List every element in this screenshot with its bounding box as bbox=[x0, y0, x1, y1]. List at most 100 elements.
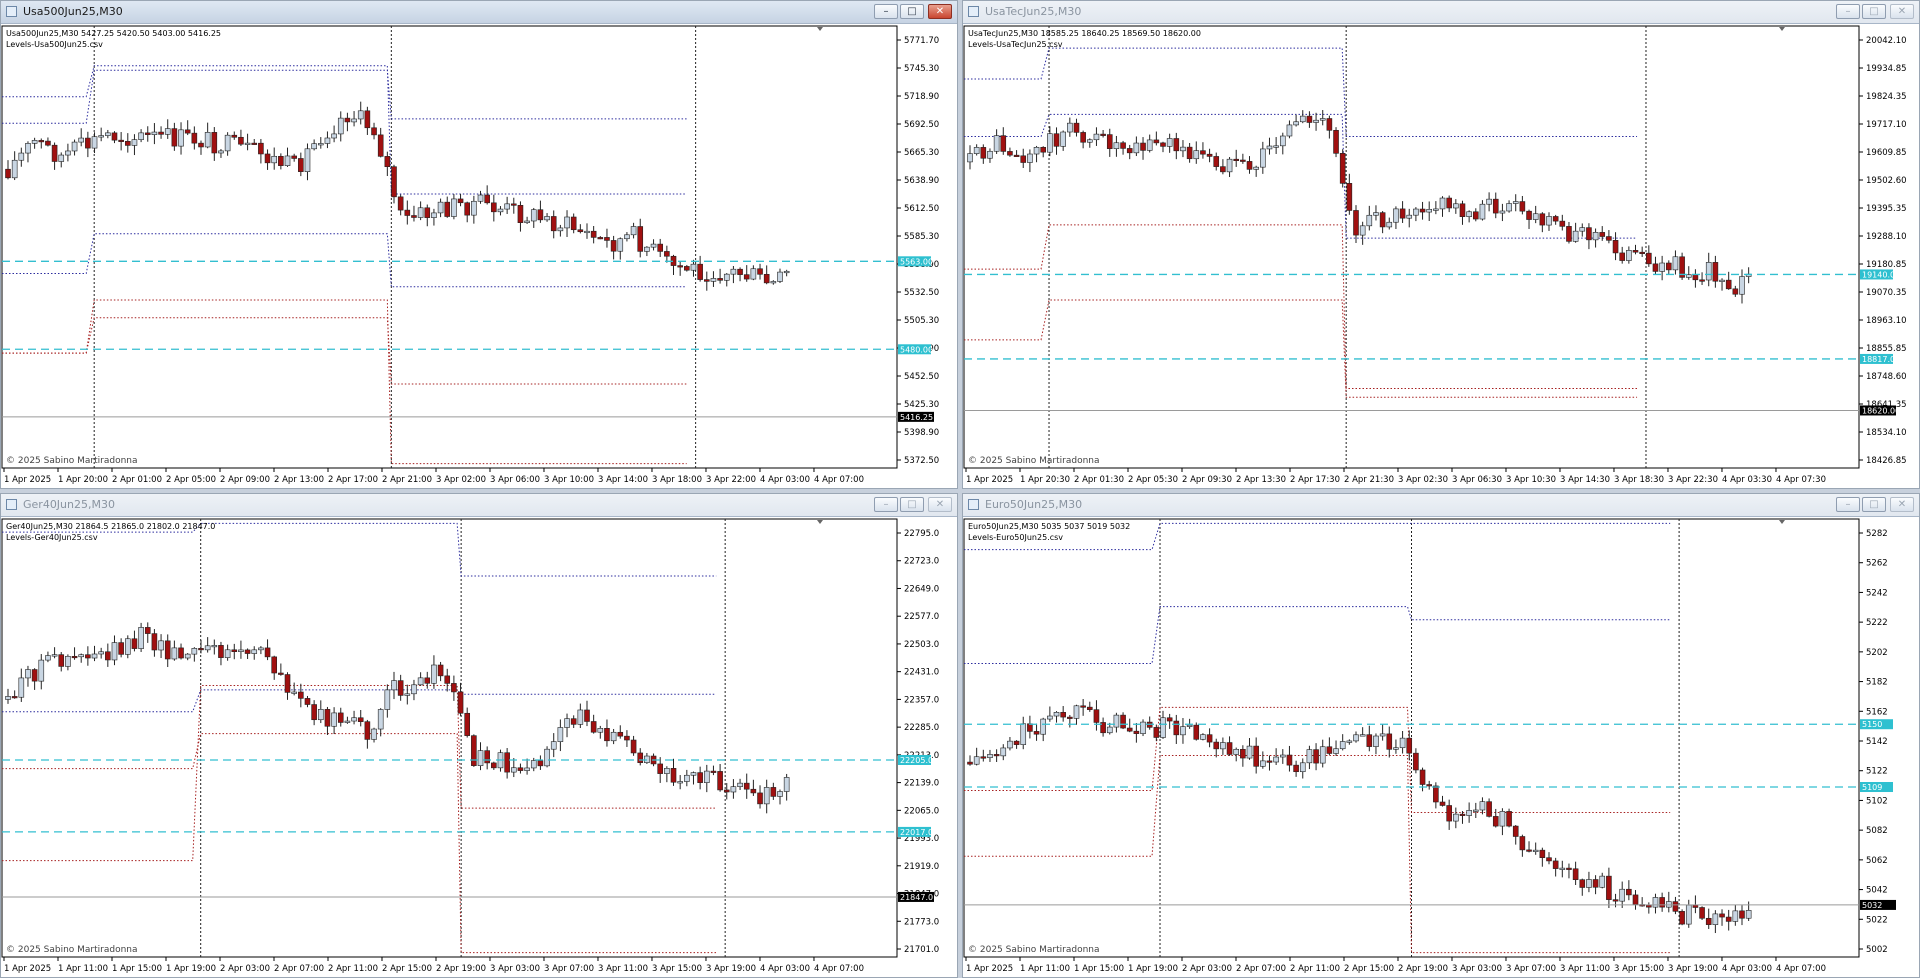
candle-body bbox=[1113, 714, 1120, 728]
candle-body bbox=[564, 718, 570, 728]
plot-area[interactable] bbox=[1, 518, 898, 958]
candle-body bbox=[1572, 230, 1579, 242]
time-axis-label: 1 Apr 2025 bbox=[966, 964, 1013, 974]
candle-body bbox=[271, 656, 278, 674]
minimize-button[interactable]: – bbox=[874, 497, 898, 512]
price-axis-label: 5745.30 bbox=[904, 64, 939, 74]
candle-body bbox=[371, 127, 377, 136]
candle-body bbox=[1606, 236, 1612, 241]
maximize-button[interactable]: □ bbox=[900, 4, 924, 19]
candle-body bbox=[1333, 748, 1339, 754]
candle-body bbox=[1646, 252, 1652, 265]
price-axis-label: 19934.85 bbox=[1866, 64, 1907, 74]
candle-body bbox=[1512, 825, 1519, 837]
candle-body bbox=[504, 203, 510, 210]
candle-body bbox=[1306, 749, 1313, 764]
candle-body bbox=[1326, 746, 1333, 754]
candle-body bbox=[337, 117, 344, 135]
candle-body bbox=[1492, 816, 1499, 827]
close-button[interactable]: ✕ bbox=[928, 497, 952, 512]
candle-body bbox=[750, 788, 757, 794]
current-price-label: 18620.00 bbox=[1862, 406, 1900, 415]
candle-body bbox=[1552, 860, 1559, 869]
candle-body bbox=[1180, 146, 1186, 152]
minimize-button[interactable]: – bbox=[874, 4, 898, 19]
candle-body bbox=[397, 196, 404, 211]
candle-body bbox=[5, 168, 11, 179]
candle-body bbox=[1386, 733, 1393, 750]
chart-window-usatec[interactable]: UsaTecJun25,M30 – □ ✕ 20042.10 19934.85 19… bbox=[962, 0, 1920, 489]
maximize-button[interactable]: □ bbox=[1862, 4, 1886, 19]
candle-body bbox=[1685, 274, 1692, 278]
copyright-label: © 2025 Sabino Martiradonna bbox=[968, 456, 1100, 466]
candle-body bbox=[78, 137, 85, 143]
candle-body bbox=[1353, 210, 1359, 236]
candle-body bbox=[311, 704, 317, 721]
candle-body bbox=[644, 246, 650, 252]
chart-window-ger40[interactable]: Ger40Jun25,M30 – □ ✕ 22795.0 22723.0 22649… bbox=[0, 493, 958, 978]
window-titlebar[interactable]: Usa500Jun25,M30 – □ ✕ bbox=[1, 1, 957, 24]
chart-window-usa500[interactable]: Usa500Jun25,M30 – □ ✕ 5771.70 5745.30 5718… bbox=[0, 0, 958, 489]
candle-body bbox=[1240, 159, 1246, 162]
price-axis-label: 5022 bbox=[1866, 915, 1888, 925]
candle-body bbox=[1466, 810, 1472, 816]
candle-body bbox=[783, 777, 790, 792]
candle-body bbox=[544, 216, 550, 221]
candle-body bbox=[298, 158, 304, 172]
plot-area[interactable] bbox=[963, 25, 1860, 469]
candle-body bbox=[404, 209, 411, 216]
candle-body bbox=[664, 768, 670, 774]
minimize-button[interactable]: – bbox=[1836, 497, 1860, 512]
price-axis-label: 5505.30 bbox=[904, 316, 939, 326]
maximize-button[interactable]: □ bbox=[1862, 497, 1886, 512]
candle-body bbox=[278, 672, 284, 675]
candle-body bbox=[477, 750, 484, 766]
candle-body bbox=[1719, 913, 1725, 918]
chart-window-euro50[interactable]: Euro50Jun25,M30 – □ ✕ 5282 5262 5242 5222 52… bbox=[962, 493, 1920, 978]
candle-body bbox=[1067, 122, 1073, 133]
price-axis-label: 22285.0 bbox=[904, 723, 939, 733]
candle-body bbox=[1612, 240, 1619, 254]
candle-body bbox=[1133, 142, 1140, 154]
candle-body bbox=[1000, 135, 1007, 152]
price-axis-label: 22431.0 bbox=[904, 668, 939, 678]
time-axis-label: 1 Apr 2025 bbox=[966, 475, 1013, 485]
minimize-button[interactable]: – bbox=[1836, 4, 1860, 19]
close-button[interactable]: ✕ bbox=[928, 4, 952, 19]
levels-file-label: Levels-Usa500Jun25.csv bbox=[6, 40, 103, 49]
candle-body bbox=[1532, 213, 1539, 220]
window-titlebar[interactable]: UsaTecJun25,M30 – □ ✕ bbox=[963, 1, 1919, 24]
window-titlebar[interactable]: Euro50Jun25,M30 – □ ✕ bbox=[963, 494, 1919, 517]
candle-body bbox=[1313, 119, 1319, 123]
price-chart[interactable]: 5771.70 5745.30 5718.90 5692.50 5665.30 5638.… bbox=[1, 25, 957, 488]
candle-body bbox=[11, 159, 18, 179]
candle-body bbox=[1033, 731, 1040, 735]
candle-body bbox=[457, 198, 464, 204]
close-button[interactable]: ✕ bbox=[1890, 497, 1914, 512]
time-axis-label: 4 Apr 07:00 bbox=[814, 475, 864, 485]
price-chart[interactable]: 22795.0 22723.0 22649.0 22577.0 22503.0 22431… bbox=[1, 518, 957, 977]
candle-body bbox=[105, 651, 111, 661]
price-chart[interactable]: 5282 5262 5242 5222 5202 5182 5162 5142 5122 5102… bbox=[963, 518, 1919, 977]
price-axis-label: 5532.50 bbox=[904, 288, 939, 298]
window-titlebar[interactable]: Ger40Jun25,M30 – □ ✕ bbox=[1, 494, 957, 517]
candle-body bbox=[1353, 734, 1359, 742]
close-button[interactable]: ✕ bbox=[1890, 4, 1914, 19]
plot-area[interactable] bbox=[1, 25, 898, 469]
price-axis-label: 19824.35 bbox=[1866, 92, 1907, 102]
horizontal-splitter[interactable] bbox=[0, 489, 1920, 493]
candle-body bbox=[1559, 867, 1566, 870]
price-chart[interactable]: 20042.10 19934.85 19824.35 19717.10 19609.85… bbox=[963, 25, 1919, 488]
candle-body bbox=[1246, 745, 1253, 759]
candle-body bbox=[757, 792, 763, 805]
price-axis-label: 5082 bbox=[1866, 826, 1888, 836]
maximize-button[interactable]: □ bbox=[900, 497, 924, 512]
candle-body bbox=[697, 263, 703, 280]
candle-body bbox=[1626, 250, 1632, 261]
candle-body bbox=[111, 642, 118, 661]
candle-body bbox=[284, 674, 291, 693]
candle-body bbox=[763, 273, 770, 284]
candle-body bbox=[444, 201, 451, 217]
candle-body bbox=[544, 748, 550, 767]
candle-body bbox=[1213, 741, 1220, 750]
